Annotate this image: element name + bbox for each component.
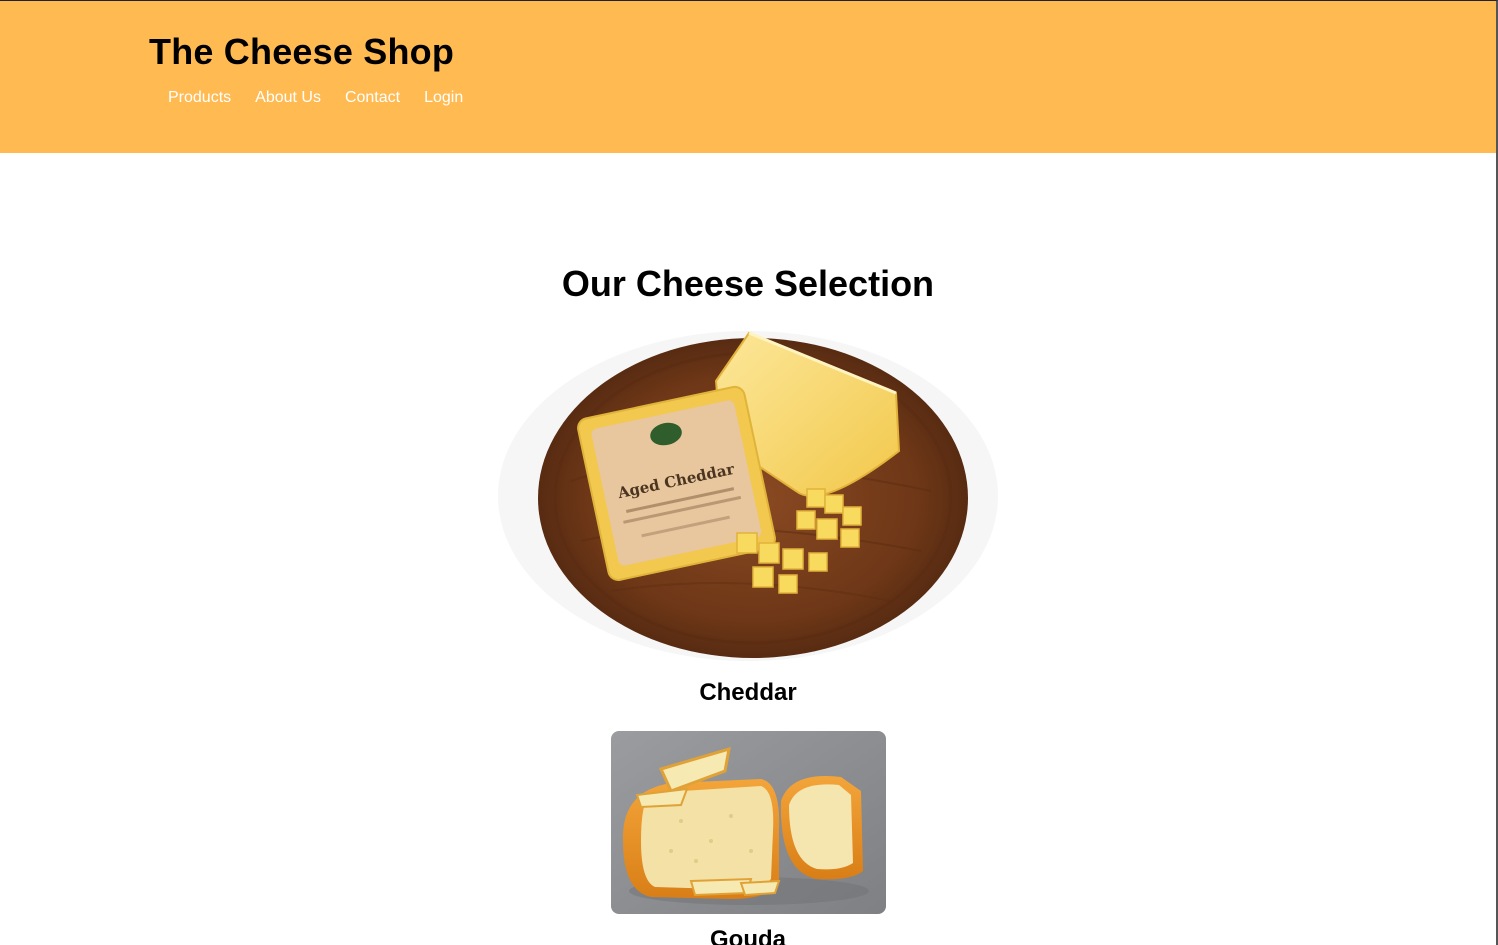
site-title: The Cheese Shop bbox=[149, 31, 455, 72]
section-title: Our Cheese Selection bbox=[561, 263, 935, 304]
gouda-photo-icon bbox=[611, 731, 886, 914]
gouda-image bbox=[611, 731, 886, 914]
main-nav: Products About Us Contact Login bbox=[168, 88, 487, 108]
product-name-gouda: Gouda bbox=[710, 926, 786, 945]
page: The Cheese Shop Products About Us Contac… bbox=[0, 0, 1498, 945]
nav-link-products[interactable]: Products bbox=[168, 88, 231, 108]
product-name-cheddar: Cheddar bbox=[699, 679, 797, 706]
site-header: The Cheese Shop Products About Us Contac… bbox=[0, 1, 1496, 153]
nav-link-login[interactable]: Login bbox=[424, 88, 463, 108]
cheddar-image: Aged Cheddar bbox=[491, 321, 1005, 666]
cheddar-photo-icon: Aged Cheddar bbox=[491, 321, 1005, 666]
nav-link-about-us[interactable]: About Us bbox=[255, 88, 321, 108]
nav-link-contact[interactable]: Contact bbox=[345, 88, 400, 108]
